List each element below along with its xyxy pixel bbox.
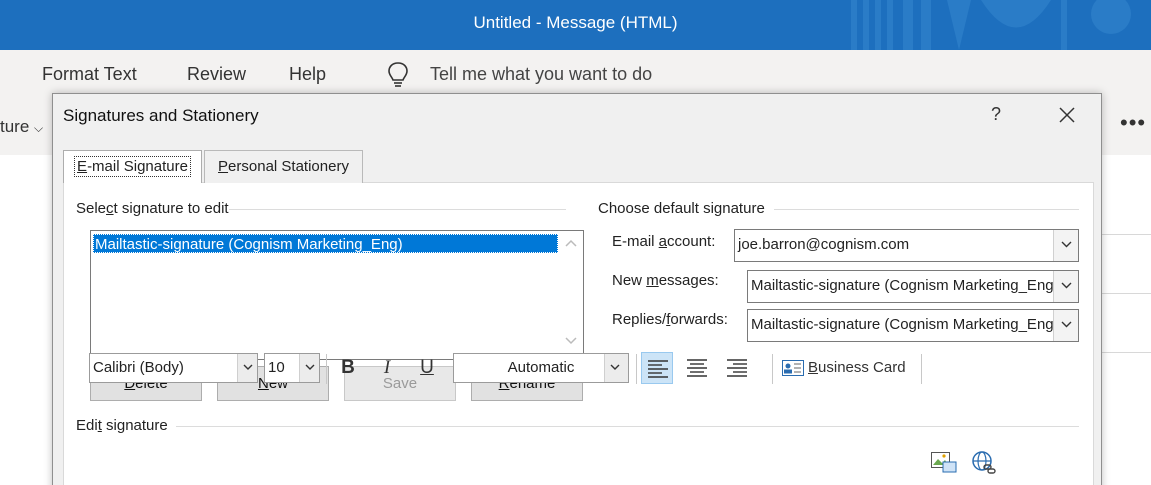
signature-list[interactable]: Mailtastic-signature (Cognism Marketing_… [90,230,584,360]
toolbar-divider [921,354,922,384]
align-right-icon [727,359,747,377]
tab-email-signature[interactable]: E-mail Signature [63,150,202,183]
replies-forwards-select[interactable]: Mailtastic-signature (Cognism Marketing_… [747,309,1079,342]
business-card-button[interactable]: Business Card [782,353,910,383]
new-messages-select[interactable]: Mailtastic-signature (Cognism Marketing_… [747,270,1079,303]
menu-help[interactable]: Help [289,64,326,85]
list-item[interactable]: Mailtastic-signature (Cognism Marketing_… [93,234,558,253]
background-line [1101,352,1151,353]
font-size-value: 10 [268,359,285,376]
tab-panel: Select signature to edit Mailtastic-sign… [63,182,1094,485]
chevron-down-icon[interactable] [1053,230,1078,261]
save-button[interactable]: Save [344,366,456,401]
toolbar-divider [636,354,637,384]
tab-label-text: ersonal Stationery [228,158,349,175]
business-card-icon [782,360,804,377]
font-select[interactable]: Calibri (Body) [89,353,258,383]
font-color-value: Automatic [507,359,575,376]
label-accesskey: a [658,233,668,250]
titlebar-decoration [851,0,1131,50]
align-right-button[interactable] [721,352,753,384]
align-center-icon [687,359,707,377]
label-accesskey: m [646,272,659,289]
underline-button[interactable]: U [415,353,439,383]
tab-accesskey: P [218,158,229,175]
list-scrollbar[interactable] [559,231,583,359]
chevron-down-icon[interactable] [237,354,257,382]
label-text: Edi [76,417,98,434]
label-text: signature [101,417,168,434]
label-text: E-mail [612,233,659,250]
chevron-down-icon[interactable] [299,354,319,382]
help-button[interactable]: ? [991,104,1001,125]
new-messages-value: Mailtastic-signature (Cognism Marketing_… [751,277,1059,294]
font-value: Calibri (Body) [93,359,184,376]
group-divider [774,209,1079,210]
replies-forwards-value: Mailtastic-signature (Cognism Marketing_… [751,316,1059,333]
label-text: essages: [658,272,719,289]
label-accesskey: c [106,200,114,217]
edit-signature-label: Edit signature [76,417,168,434]
background-line [1101,234,1151,235]
more-options-button[interactable]: ••• [1120,110,1146,136]
label-text: orwards: [670,311,728,328]
email-account-select[interactable]: joe.barron@cognism.com [734,229,1079,262]
chevron-down-icon[interactable] [1053,310,1078,341]
menu-format-text[interactable]: Format Text [42,64,137,85]
select-signature-label: Select signature to edit [76,200,229,217]
signatures-dialog: Signatures and Stationery ? Select signa… [52,93,1102,485]
button-accesskey: B [808,359,819,376]
align-left-button[interactable] [641,352,673,384]
label-text: New [612,272,647,289]
insert-hyperlink-icon[interactable] [971,450,997,476]
ribbon-partial-label: ture [0,117,30,136]
tab-label-text: -mail Signature [87,158,188,175]
align-left-icon [648,360,668,378]
tell-me-search[interactable]: Tell me what you want to do [430,64,652,85]
label-text: Sele [76,200,107,217]
button-label: usiness Card [818,359,906,376]
scroll-up-icon[interactable] [565,239,577,247]
default-signature-label: Choose default signature [598,200,765,217]
align-center-button[interactable] [681,352,713,384]
font-color-select[interactable]: Automatic [453,353,629,383]
group-divider [214,209,566,210]
close-icon[interactable] [1055,103,1079,127]
lightbulb-icon [388,62,408,87]
tab-label: E-mail Signature [74,156,191,177]
background-line [1101,293,1151,294]
label-text: ccount: [667,233,716,250]
tab-accesskey: E [77,158,88,175]
group-divider [176,426,1079,427]
bold-button[interactable]: B [336,353,360,383]
ribbon-signature-partial[interactable]: ture ⌵ [0,117,43,137]
toolbar-divider [772,354,773,384]
insert-picture-icon[interactable] [931,450,957,474]
scroll-down-icon[interactable] [565,337,577,345]
chevron-down-icon[interactable] [1053,271,1078,302]
toolbar-divider [326,354,327,384]
chevron-down-icon[interactable] [604,354,628,382]
window-titlebar: Untitled - Message (HTML) [0,0,1151,50]
italic-button[interactable]: I [375,353,399,383]
dialog-title: Signatures and Stationery [63,106,259,125]
label-text: Replies/ [612,311,667,328]
email-account-label: E-mail account: [612,233,715,250]
email-account-value: joe.barron@cognism.com [738,236,910,253]
menu-review[interactable]: Review [187,64,246,85]
font-size-select[interactable]: 10 [264,353,320,383]
label-text: t signature to edit [113,200,229,217]
new-messages-label: New messages: [612,272,719,289]
tab-personal-stationery[interactable]: Personal Stationery [204,150,363,183]
chevron-down-icon: ⌵ [34,121,44,135]
replies-forwards-label: Replies/forwards: [612,311,728,328]
